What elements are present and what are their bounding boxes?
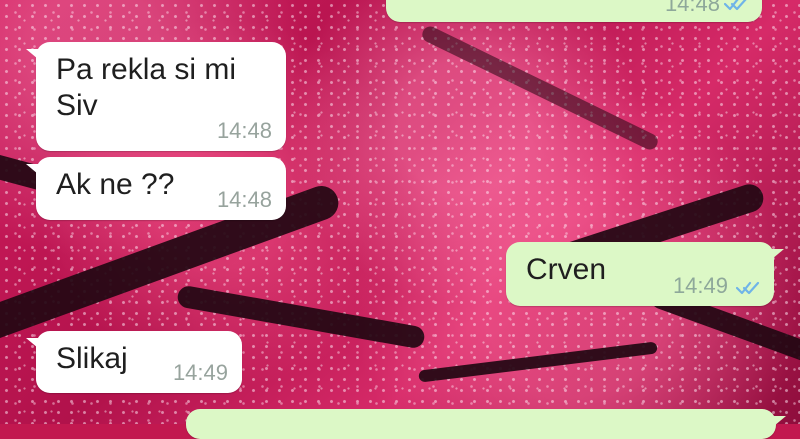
message-bubble-incoming[interactable]: Pa rekla si mi Siv 14:48 (26, 42, 286, 151)
message-bubble-outgoing[interactable]: 14:48 (386, 0, 762, 22)
message-text: Ak ne ?? (56, 168, 175, 201)
message-bubble-incoming[interactable]: Slikaj 14:49 (26, 331, 242, 393)
message-bubble-outgoing-partial[interactable] (186, 409, 786, 439)
message-text: Slikaj (56, 342, 128, 375)
message-time: 14:48 (664, 0, 720, 16)
message-time: 14:48 (216, 187, 272, 212)
message-text: Pa rekla si mi Siv (56, 53, 237, 122)
message-time: 14:49 (672, 273, 728, 298)
message-bubble-incoming[interactable]: Ak ne ?? 14:48 (26, 157, 286, 220)
message-text: Crven (526, 253, 607, 286)
message-time: 14:48 (216, 118, 272, 143)
message-time: 14:49 (172, 360, 228, 385)
message-bubble-outgoing[interactable]: Crven 14:49 (506, 242, 784, 306)
double-check-icon (724, 0, 747, 11)
double-check-icon (736, 281, 760, 295)
